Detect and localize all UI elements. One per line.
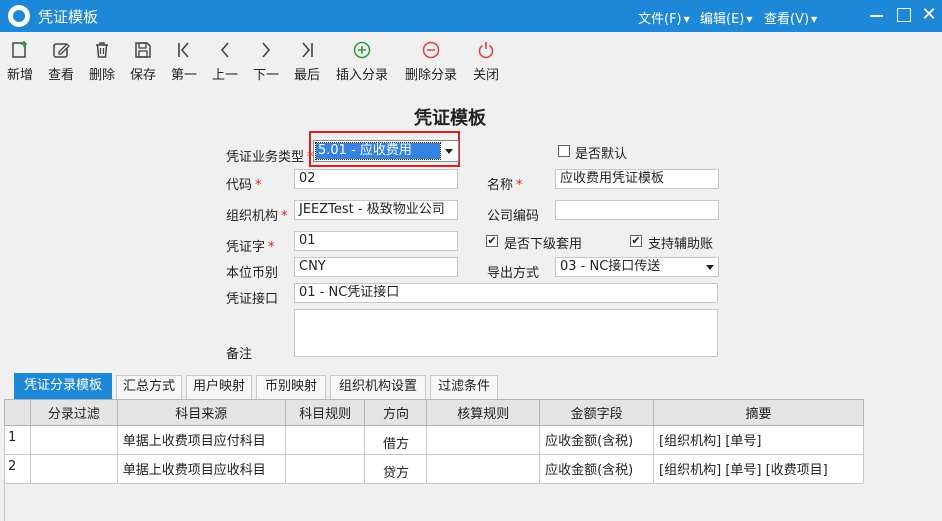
form-title: 凭证模板 [414, 108, 486, 129]
prev-button[interactable]: 上一 [210, 40, 240, 83]
sub-apply-label: 是否下级套用 [504, 237, 583, 252]
name-label: 名称 * [487, 178, 523, 193]
save-button[interactable]: 保存 [128, 40, 158, 83]
interface-label: 凭证接口 [226, 292, 279, 307]
export-label: 导出方式 [487, 266, 540, 281]
cell-calc-rule[interactable] [426, 425, 541, 455]
cell-summary[interactable]: [组织机构] [单号] [收费项目] [653, 454, 864, 484]
grid-header-source[interactable]: 科目来源 [116, 399, 286, 426]
company-code-field[interactable] [555, 200, 719, 220]
code-field[interactable]: 02 [294, 169, 458, 189]
grid-header: 分录过滤 科目来源 科目规则 方向 核算规则 金额字段 摘要 [4, 399, 864, 426]
minus-circle-icon [403, 40, 459, 62]
aux-account-checkbox[interactable]: ✔ [630, 235, 642, 247]
name-field[interactable]: 应收费用凭证模板 [555, 169, 719, 189]
voucher-word-field[interactable]: 01 [294, 231, 458, 251]
tab-summary[interactable]: 汇总方式 [116, 375, 182, 399]
menu-view[interactable]: 查看(V) ▼ [764, 8, 817, 27]
last-icon [292, 40, 322, 62]
close-window-button[interactable]: ✕ [920, 6, 938, 24]
aux-account-label: 支持辅助账 [648, 237, 714, 252]
currency-label: 本位币别 [226, 266, 279, 281]
prev-icon [210, 40, 240, 62]
grid-header-calc-rule[interactable]: 核算规则 [426, 399, 541, 426]
cell-filter[interactable] [29, 454, 118, 484]
next-button[interactable]: 下一 [251, 40, 281, 83]
toolbar: 新增 查看 删除 保存 第一 上一 下一 最后 插入分录 删除分录 关闭 [0, 32, 942, 88]
is-default-label: 是否默认 [575, 147, 628, 162]
plus-circle-icon [334, 40, 390, 62]
grid-header-amount[interactable]: 金额字段 [539, 399, 655, 426]
cell-amount[interactable]: 应收金额(含税) [539, 454, 655, 484]
chevron-down-icon: ▼ [746, 15, 753, 24]
table-row[interactable]: 2 单据上收费项目应收科目 贷方 应收金额(含税) [组织机构] [单号] [收… [4, 454, 864, 484]
cell-source[interactable]: 单据上收费项目应付科目 [116, 425, 286, 455]
delete-button[interactable]: 删除 [87, 40, 117, 83]
tab-entry-template[interactable]: 凭证分录模板 [14, 373, 112, 399]
export-select[interactable]: 03 - NC接口传送 [555, 257, 719, 277]
tab-bar: 凭证分录模板 汇总方式 用户映射 币别映射 组织机构设置 过滤条件 [0, 373, 942, 399]
first-icon [169, 40, 199, 62]
org-field[interactable]: JEEZTest - 极致物业公司 [294, 200, 458, 220]
entry-grid: 分录过滤 科目来源 科目规则 方向 核算规则 金额字段 摘要 1 单据上收费项目… [4, 399, 864, 484]
cell-amount[interactable]: 应收金额(含税) [539, 425, 655, 455]
chevron-down-icon: ▼ [811, 15, 818, 24]
voucher-type-select[interactable]: 5.01 - 应收费用 [313, 140, 459, 162]
cell-summary[interactable]: [组织机构] [单号] [653, 425, 864, 455]
maximize-button[interactable] [895, 6, 913, 24]
title-bar: 凭证模板 文件(F) ▼ 编辑(E) ▼ 查看(V) ▼ ✕ [0, 0, 942, 32]
chevron-down-icon: ▼ [683, 15, 690, 24]
voucher-type-label: 凭证业务类型 * [226, 150, 314, 165]
voucher-word-label: 凭证字 * [226, 240, 275, 255]
row-index: 2 [4, 454, 31, 484]
remark-field[interactable] [294, 309, 718, 357]
save-icon [128, 40, 158, 62]
tab-org-settings[interactable]: 组织机构设置 [330, 375, 426, 399]
view-button[interactable]: 查看 [46, 40, 76, 83]
first-button[interactable]: 第一 [169, 40, 199, 83]
new-doc-icon [6, 40, 34, 62]
delete-entry-button[interactable]: 删除分录 [403, 40, 459, 83]
window-title: 凭证模板 [38, 8, 99, 26]
menu-file[interactable]: 文件(F) ▼ [638, 8, 690, 27]
cell-direction[interactable]: 借方 [364, 425, 428, 455]
minimize-button[interactable] [868, 6, 886, 24]
cell-rule[interactable] [284, 454, 366, 484]
row-index: 1 [4, 425, 31, 455]
next-icon [251, 40, 281, 62]
grid-header-direction[interactable]: 方向 [364, 399, 428, 426]
tab-user-mapping[interactable]: 用户映射 [186, 375, 252, 399]
remark-label: 备注 [226, 347, 253, 362]
code-label: 代码 * [226, 178, 262, 193]
last-button[interactable]: 最后 [292, 40, 322, 83]
cell-direction[interactable]: 贷方 [364, 454, 428, 484]
new-button[interactable]: 新增 [6, 40, 34, 83]
cell-source[interactable]: 单据上收费项目应收科目 [116, 454, 286, 484]
edit-icon [46, 40, 76, 62]
menu-edit[interactable]: 编辑(E) ▼ [700, 8, 753, 27]
insert-entry-button[interactable]: 插入分录 [334, 40, 390, 83]
cell-calc-rule[interactable] [426, 454, 541, 484]
tab-currency-mapping[interactable]: 币别映射 [256, 375, 326, 399]
power-icon [471, 40, 501, 62]
chevron-down-icon [706, 265, 714, 270]
grid-header-rule[interactable]: 科目规则 [284, 399, 366, 426]
company-code-label: 公司编码 [487, 209, 540, 224]
org-label: 组织机构 * [226, 209, 288, 224]
grid-header-summary[interactable]: 摘要 [653, 399, 864, 426]
tab-filter[interactable]: 过滤条件 [430, 375, 498, 399]
interface-field[interactable]: 01 - NC凭证接口 [294, 283, 718, 303]
chevron-down-icon [445, 149, 453, 154]
grid-header-filter[interactable]: 分录过滤 [29, 399, 118, 426]
table-row[interactable]: 1 单据上收费项目应付科目 借方 应收金额(含税) [组织机构] [单号] [4, 425, 864, 455]
trash-icon [87, 40, 117, 62]
currency-field[interactable]: CNY [294, 257, 458, 277]
cell-filter[interactable] [29, 425, 118, 455]
app-logo-icon [8, 5, 30, 27]
is-default-checkbox[interactable] [558, 145, 570, 157]
sub-apply-checkbox[interactable]: ✔ [486, 235, 498, 247]
cell-rule[interactable] [284, 425, 366, 455]
grid-header-index [4, 399, 31, 426]
close-button[interactable]: 关闭 [471, 40, 501, 83]
